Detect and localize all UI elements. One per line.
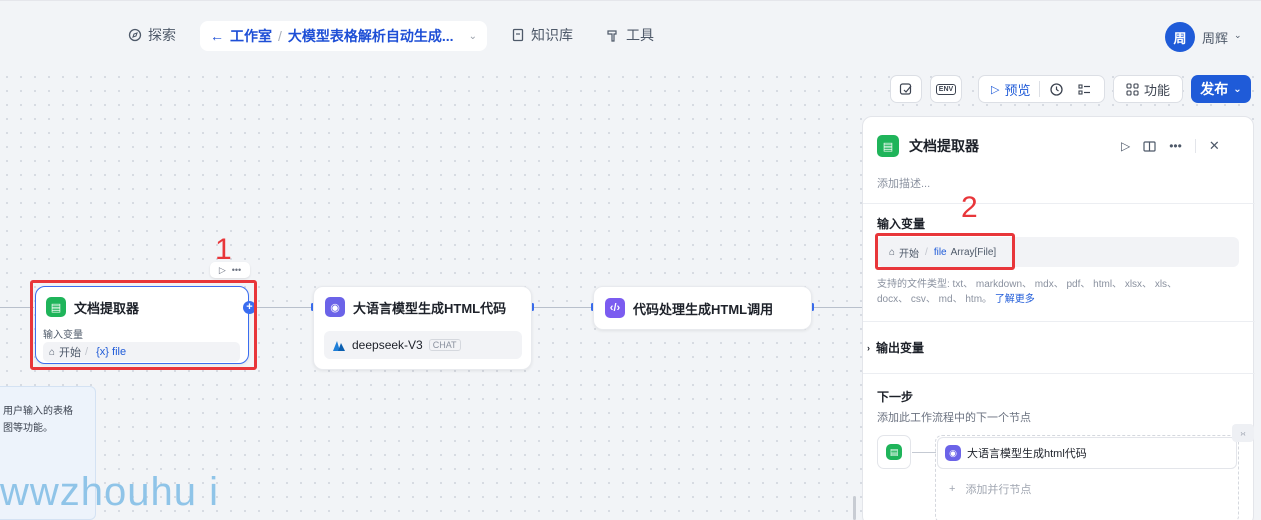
panel-title: 文档提取器 [909, 138, 979, 154]
plus-icon: + [949, 483, 956, 495]
next-step-desc: 添加此工作流程中的下一个节点 [877, 412, 1031, 424]
divider [863, 203, 1255, 204]
toolbar-divider [1039, 81, 1041, 97]
filetypes-line-2: docx、 csv、 md、 htm。 [877, 294, 993, 305]
breadcrumb-current-app[interactable]: 大模型表格解析自动生成... [288, 26, 454, 46]
edge-line [0, 307, 34, 308]
next-node-label: 大语言模型生成html代码 [967, 448, 1087, 460]
back-arrow-icon[interactable]: ← [210, 28, 224, 44]
panel-actions: ▷ ••• ✕ [1121, 138, 1220, 154]
more-icon[interactable]: ••• [232, 265, 241, 275]
node-header: ◉ 大语言模型生成HTML代码 [325, 297, 506, 317]
book-icon [512, 28, 524, 42]
nav-tools[interactable]: 工具 [606, 25, 654, 45]
note-line: 图等功能。 [3, 423, 53, 434]
features-button[interactable]: 功能 [1113, 75, 1183, 103]
nav-knowledge-label: 知识库 [531, 27, 573, 43]
breadcrumb-separator: / [278, 28, 282, 44]
panel-collapse-handle[interactable]: ›‹ [1232, 424, 1254, 442]
edge-line [533, 307, 593, 308]
checklist-icon [899, 83, 912, 95]
env-button[interactable]: ENV [930, 75, 962, 103]
annotation-box-1 [30, 280, 257, 370]
breadcrumb: ← 工作室 / 大模型表格解析自动生成... ⌄ [200, 21, 487, 51]
annotation-box-2 [875, 233, 1015, 270]
list-check-icon[interactable] [1077, 82, 1092, 97]
breadcrumb-workspace[interactable]: 工作室 [230, 26, 272, 46]
model-logo-icon [333, 341, 345, 351]
model-selector[interactable]: deepseek-V3 CHAT [324, 331, 522, 359]
document-icon: ▤ [877, 135, 899, 157]
learn-more-link[interactable]: 了解更多 [995, 294, 1035, 305]
divider [1194, 139, 1196, 153]
nav-tools-label: 工具 [626, 27, 654, 43]
annotation-label-1: 1 [215, 233, 232, 266]
brain-icon: ◉ [325, 297, 345, 317]
apps-icon [1126, 82, 1139, 96]
node-title: 代码处理生成HTML调用 [633, 301, 774, 317]
model-name: deepseek-V3 [352, 338, 423, 352]
current-node-chip: ▤ [877, 435, 911, 469]
divider [863, 321, 1255, 322]
input-variables-title: 输入变量 [877, 217, 926, 231]
user-name[interactable]: 周辉 [1202, 28, 1228, 47]
nav-knowledge[interactable]: 知识库 [511, 25, 573, 45]
filetypes-text: 支持的文件类型: txt、 markdown、 mdx、 pdf、 html、 … [877, 279, 1178, 290]
node-title: 大语言模型生成HTML代码 [353, 300, 507, 316]
user-chevron-down-icon[interactable]: ⌄ [1234, 30, 1242, 41]
book-open-icon[interactable] [1143, 140, 1156, 153]
node-settings-panel: ▤ 文档提取器 ▷ ••• ✕ 添加描述... 输入变量 ⌂ 开始 / file… [862, 116, 1255, 520]
code-icon: ‹/› [605, 298, 625, 318]
add-parallel-node-button[interactable]: + 添加并行节点 [949, 481, 1031, 497]
filetypes-text-2: docx、 csv、 md、 htm。 了解更多 [877, 290, 1035, 305]
edge-line [813, 307, 863, 308]
node-header: ‹/› 代码处理生成HTML调用 [605, 298, 773, 318]
features-label: 功能 [1143, 82, 1170, 98]
next-node-item[interactable]: ◉ 大语言模型生成html代码 [937, 437, 1237, 469]
divider [863, 373, 1255, 374]
publish-button[interactable]: 发布 ⌄ [1191, 75, 1251, 103]
top-bar: 探索 ← 工作室 / 大模型表格解析自动生成... ⌄ 知识库 工具 周 周辉 … [0, 0, 1261, 68]
publish-label: 发布 [1200, 81, 1229, 97]
output-variables-title: 输出变量 [876, 341, 925, 355]
env-icon: ENV [935, 83, 957, 95]
output-variables-toggle[interactable]: › 输出变量 [867, 339, 924, 356]
more-icon[interactable]: ••• [1169, 139, 1182, 153]
nav-explore-label: 探索 [148, 27, 176, 43]
chevron-down-icon: ⌄ [1233, 83, 1242, 95]
scrollbar[interactable] [853, 496, 856, 520]
description-input[interactable]: 添加描述... [877, 175, 930, 191]
play-icon: ▷ [991, 83, 1000, 96]
preview-button[interactable]: 预览 [1004, 80, 1030, 99]
close-icon[interactable]: ✕ [1209, 138, 1220, 154]
history-icon[interactable] [1049, 82, 1064, 97]
panel-header: ▤ 文档提取器 [877, 135, 979, 157]
preview-toolbar-group: ▷ 预览 [978, 75, 1105, 103]
checklist-button[interactable] [890, 75, 922, 103]
chevron-down-icon[interactable]: ⌄ [469, 31, 477, 42]
chevron-right-icon: › [867, 342, 870, 353]
hammer-icon [607, 30, 617, 42]
node-llm[interactable]: ◉ 大语言模型生成HTML代码 deepseek-V3 CHAT [313, 286, 532, 370]
annotation-label-2: 2 [961, 191, 978, 224]
node-code[interactable]: ‹/› 代码处理生成HTML调用 [593, 286, 812, 330]
add-parallel-label: 添加并行节点 [965, 484, 1032, 496]
edge-line [912, 452, 936, 453]
note-line: 用户输入的表格 [3, 406, 73, 417]
compass-icon [128, 28, 142, 42]
avatar[interactable]: 周 [1165, 22, 1195, 52]
model-badge: CHAT [428, 339, 461, 351]
next-step-title: 下一步 [877, 390, 914, 404]
brain-icon: ◉ [945, 445, 961, 461]
document-icon: ▤ [886, 444, 902, 460]
run-icon[interactable]: ▷ [1121, 139, 1130, 153]
edge-line [254, 307, 314, 308]
nav-explore[interactable]: 探索 [128, 25, 176, 45]
watermark: wwzhouhu i [0, 470, 220, 514]
